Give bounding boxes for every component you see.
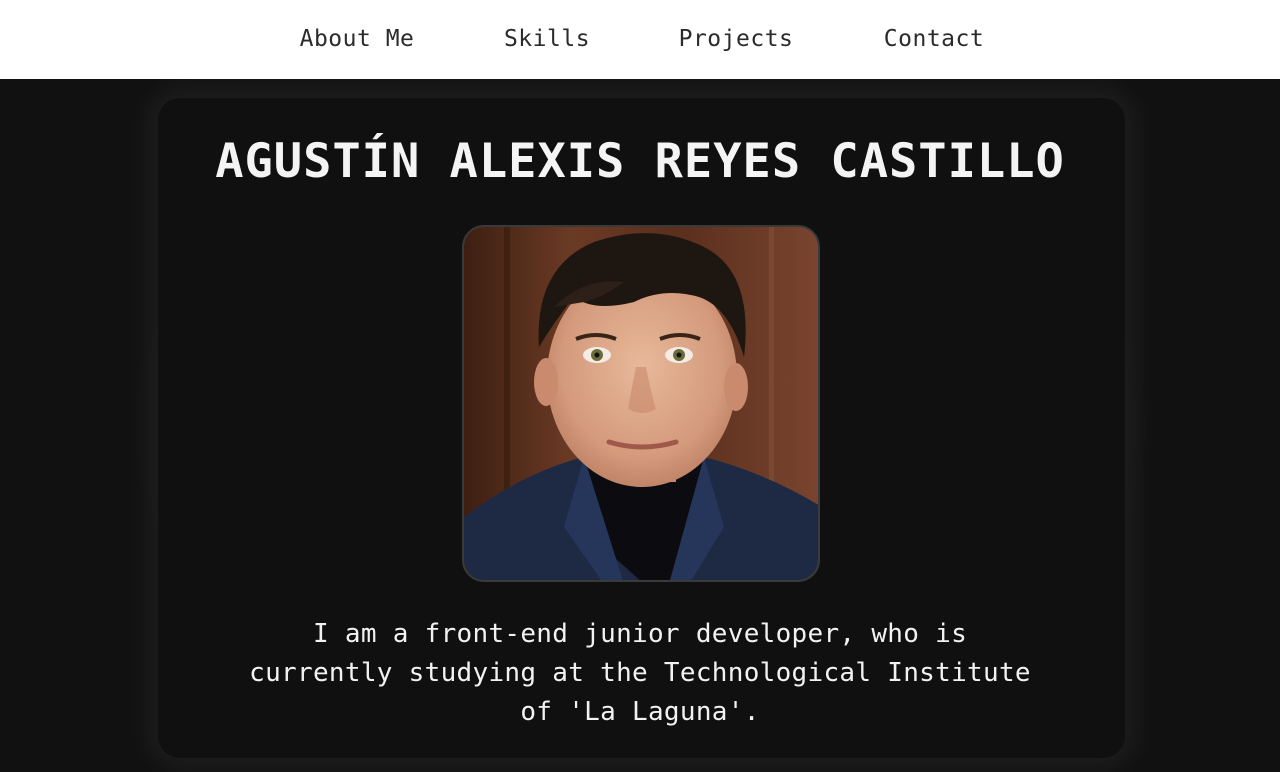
nav-link-about-me[interactable]: About Me (277, 24, 437, 54)
nav-link-skills[interactable]: Skills (467, 24, 627, 54)
bio-line: currently studying at the Technological … (249, 658, 1031, 688)
profile-bio: I am a front-end junior developer, who i… (190, 615, 1090, 732)
profile-photo (462, 225, 820, 582)
bio-line: of 'La Laguna'. (520, 697, 760, 727)
nav-link-projects[interactable]: Projects (656, 24, 816, 54)
nav-link-contact[interactable]: Contact (854, 24, 1014, 54)
profile-name-heading: AGUSTÍN ALEXIS REYES CASTILLO (215, 134, 1065, 189)
profile-photo-illustration (464, 227, 818, 580)
top-navigation-bar: About Me Skills Projects Contact (0, 0, 1280, 79)
bio-line: I am a front-end junior developer, who i… (312, 619, 968, 649)
